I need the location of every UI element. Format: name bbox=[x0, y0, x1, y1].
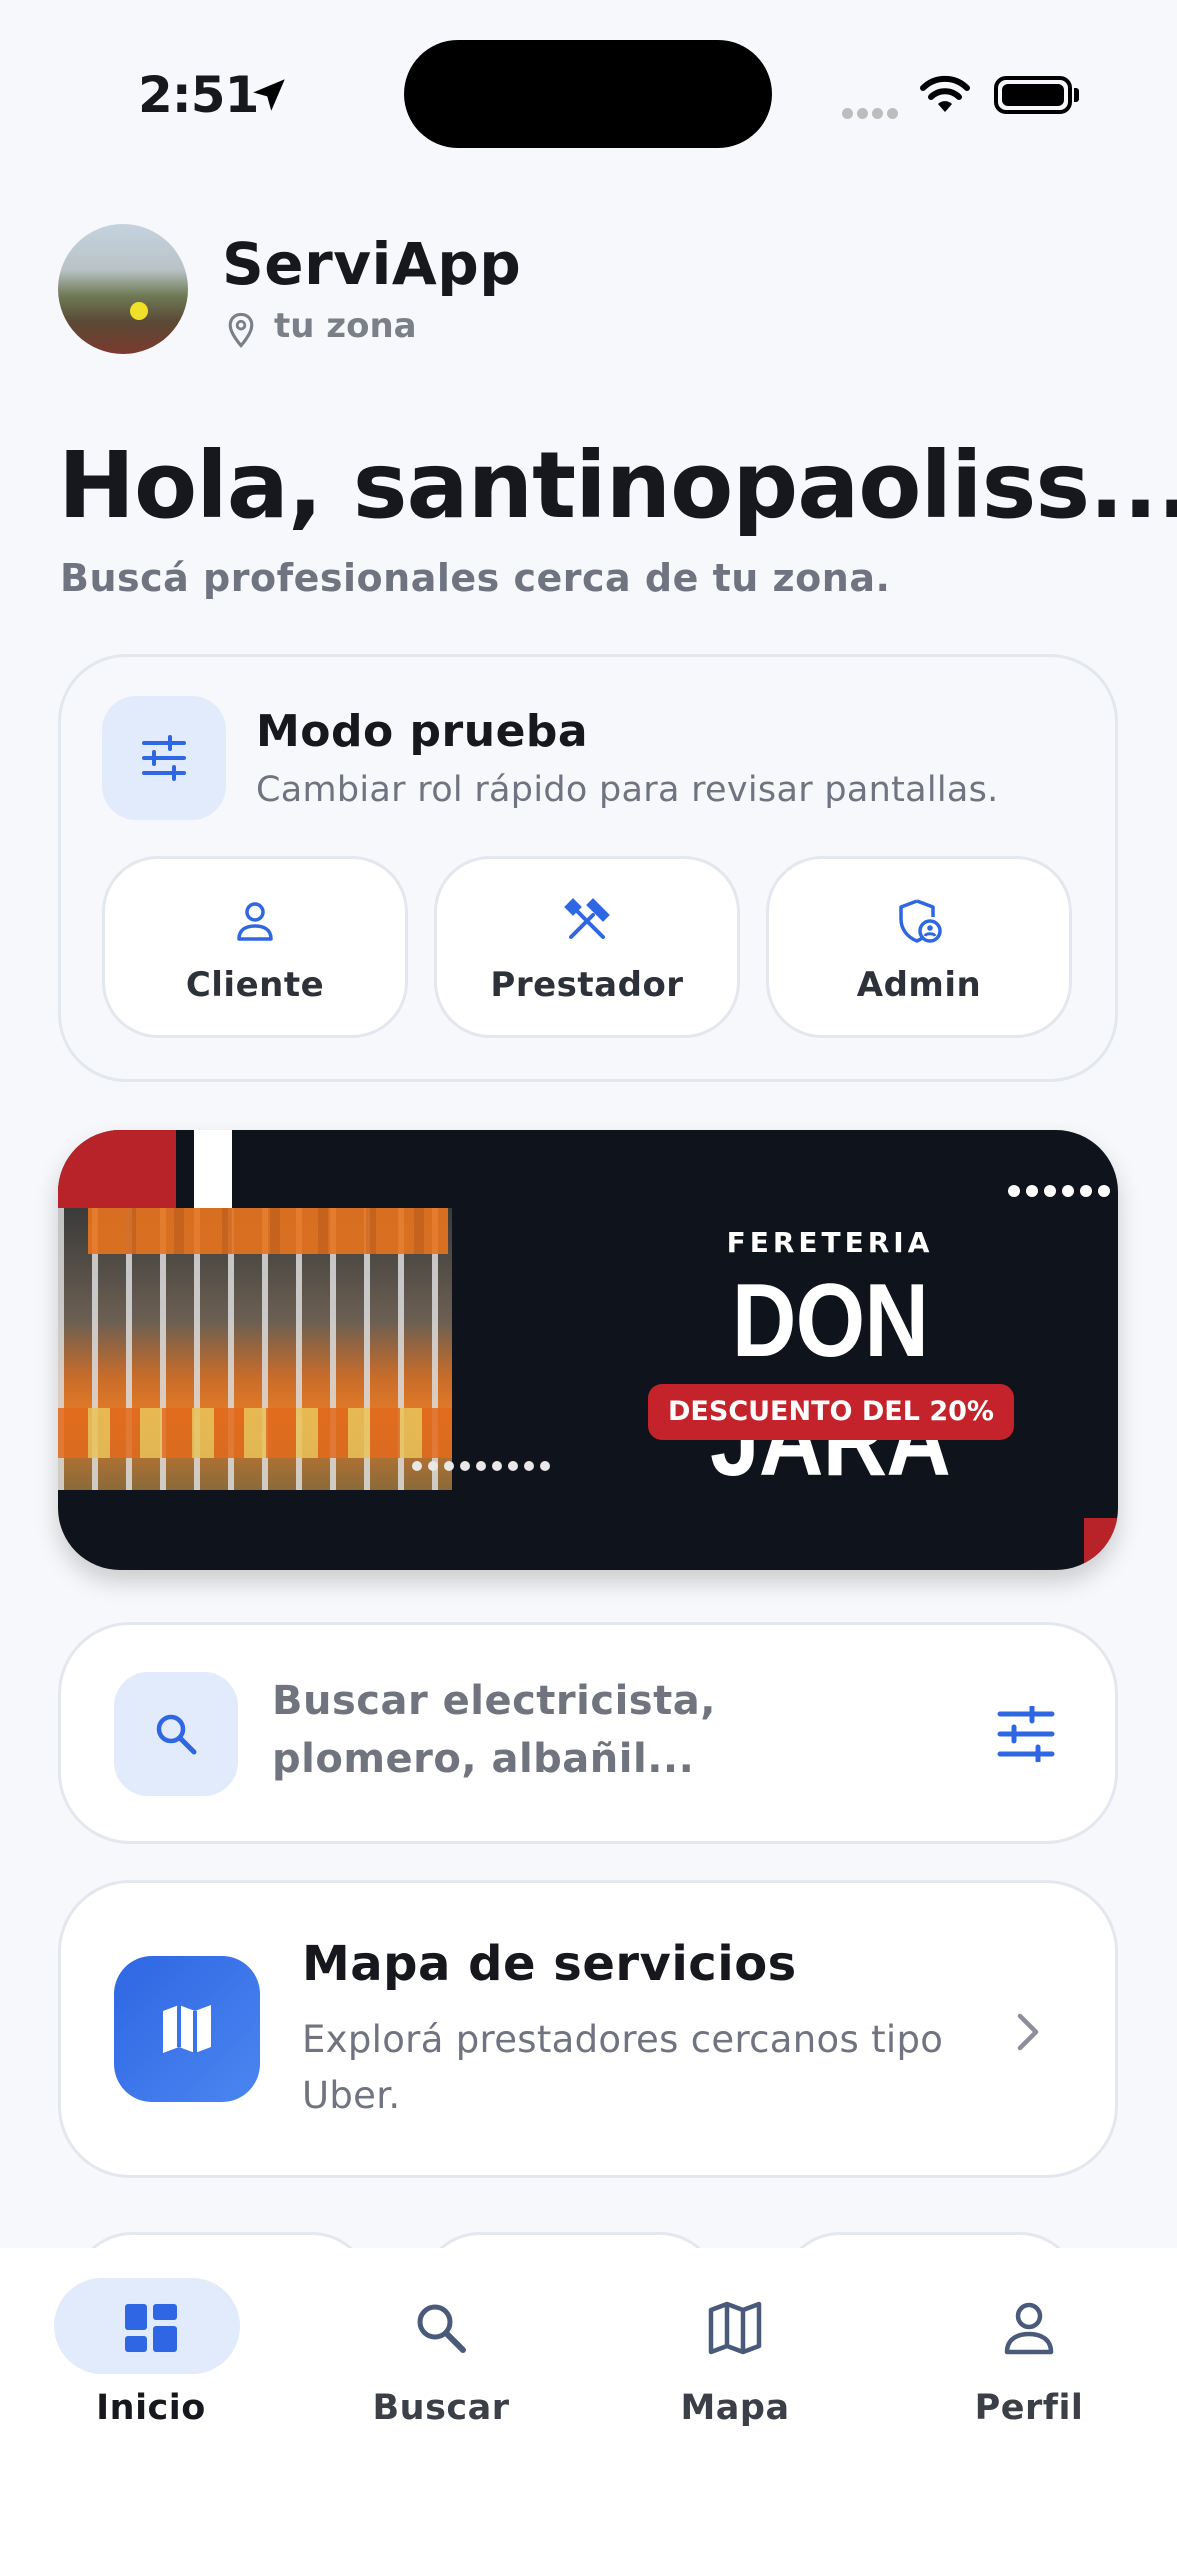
filter-icon[interactable] bbox=[996, 1706, 1056, 1762]
search-input[interactable]: Buscar electricista, plomero, albañil... bbox=[272, 1672, 912, 1788]
app-title: ServiApp bbox=[222, 230, 522, 298]
test-mode-title: Modo prueba bbox=[256, 706, 589, 757]
map-icon bbox=[708, 2301, 762, 2355]
tab-mapa[interactable]: Mapa bbox=[620, 2270, 850, 2440]
search-icon bbox=[417, 2304, 466, 2353]
dashboard-icon bbox=[125, 2304, 177, 2352]
tab-inicio[interactable]: Inicio bbox=[36, 2270, 266, 2440]
search-icon-tile bbox=[114, 1672, 238, 1796]
tools-icon bbox=[564, 898, 610, 939]
tune-icon bbox=[142, 735, 186, 781]
role-button-admin[interactable]: Admin bbox=[766, 856, 1072, 1038]
cellular-signal-icon bbox=[842, 104, 902, 123]
role-label: Admin bbox=[856, 965, 982, 1005]
tab-perfil[interactable]: Perfil bbox=[914, 2270, 1144, 2440]
role-button-prestador[interactable]: Prestador bbox=[434, 856, 740, 1038]
shield-admin-icon bbox=[899, 899, 942, 943]
battery-icon bbox=[994, 76, 1072, 114]
tab-label: Inicio bbox=[96, 2388, 206, 2428]
status-time: 2:51 bbox=[138, 66, 259, 124]
tab-label: Buscar bbox=[372, 2388, 510, 2428]
location-pin-icon bbox=[228, 312, 254, 348]
person-icon bbox=[237, 902, 273, 941]
role-label: Cliente bbox=[185, 965, 325, 1005]
map-icon-tile bbox=[114, 1956, 260, 2102]
test-mode-subtitle: Cambiar rol rápido para revisar pantalla… bbox=[256, 770, 999, 810]
tab-buscar[interactable]: Buscar bbox=[326, 2270, 556, 2440]
banner-discount-badge: DESCUENTO DEL 20% bbox=[648, 1384, 1014, 1440]
wifi-icon bbox=[920, 75, 970, 112]
avatar[interactable] bbox=[58, 224, 188, 354]
location-arrow-icon bbox=[253, 79, 285, 111]
map-card-subtitle: Explorá prestadores cercanos tipo Uber. bbox=[302, 2018, 944, 2117]
person-icon bbox=[1004, 2302, 1054, 2355]
role-label: Prestador bbox=[490, 965, 684, 1005]
chevron-right-icon bbox=[1017, 2013, 1039, 2051]
search-icon bbox=[156, 1714, 197, 1755]
map-icon bbox=[163, 2005, 211, 2053]
tab-label: Perfil bbox=[974, 2388, 1084, 2428]
test-mode-icon-tile bbox=[102, 696, 226, 820]
location-label[interactable]: tu zona bbox=[274, 306, 417, 346]
tab-label: Mapa bbox=[680, 2388, 790, 2428]
map-card-title: Mapa de servicios bbox=[302, 1936, 797, 1992]
promo-banner[interactable]: FERETERIA DON JARA DESCUENTO DEL 20% bbox=[58, 1130, 1118, 1570]
banner-brand: DON JARA bbox=[709, 1263, 951, 1498]
role-button-cliente[interactable]: Cliente bbox=[102, 856, 408, 1038]
greeting-title: Hola, santinopaoliss... bbox=[58, 432, 1177, 539]
dynamic-island bbox=[404, 40, 772, 148]
hardware-store-photo bbox=[58, 1208, 452, 1490]
banner-kicker: FERETERIA bbox=[726, 1226, 934, 1259]
greeting-subtitle: Buscá profesionales cerca de tu zona. bbox=[60, 556, 891, 600]
